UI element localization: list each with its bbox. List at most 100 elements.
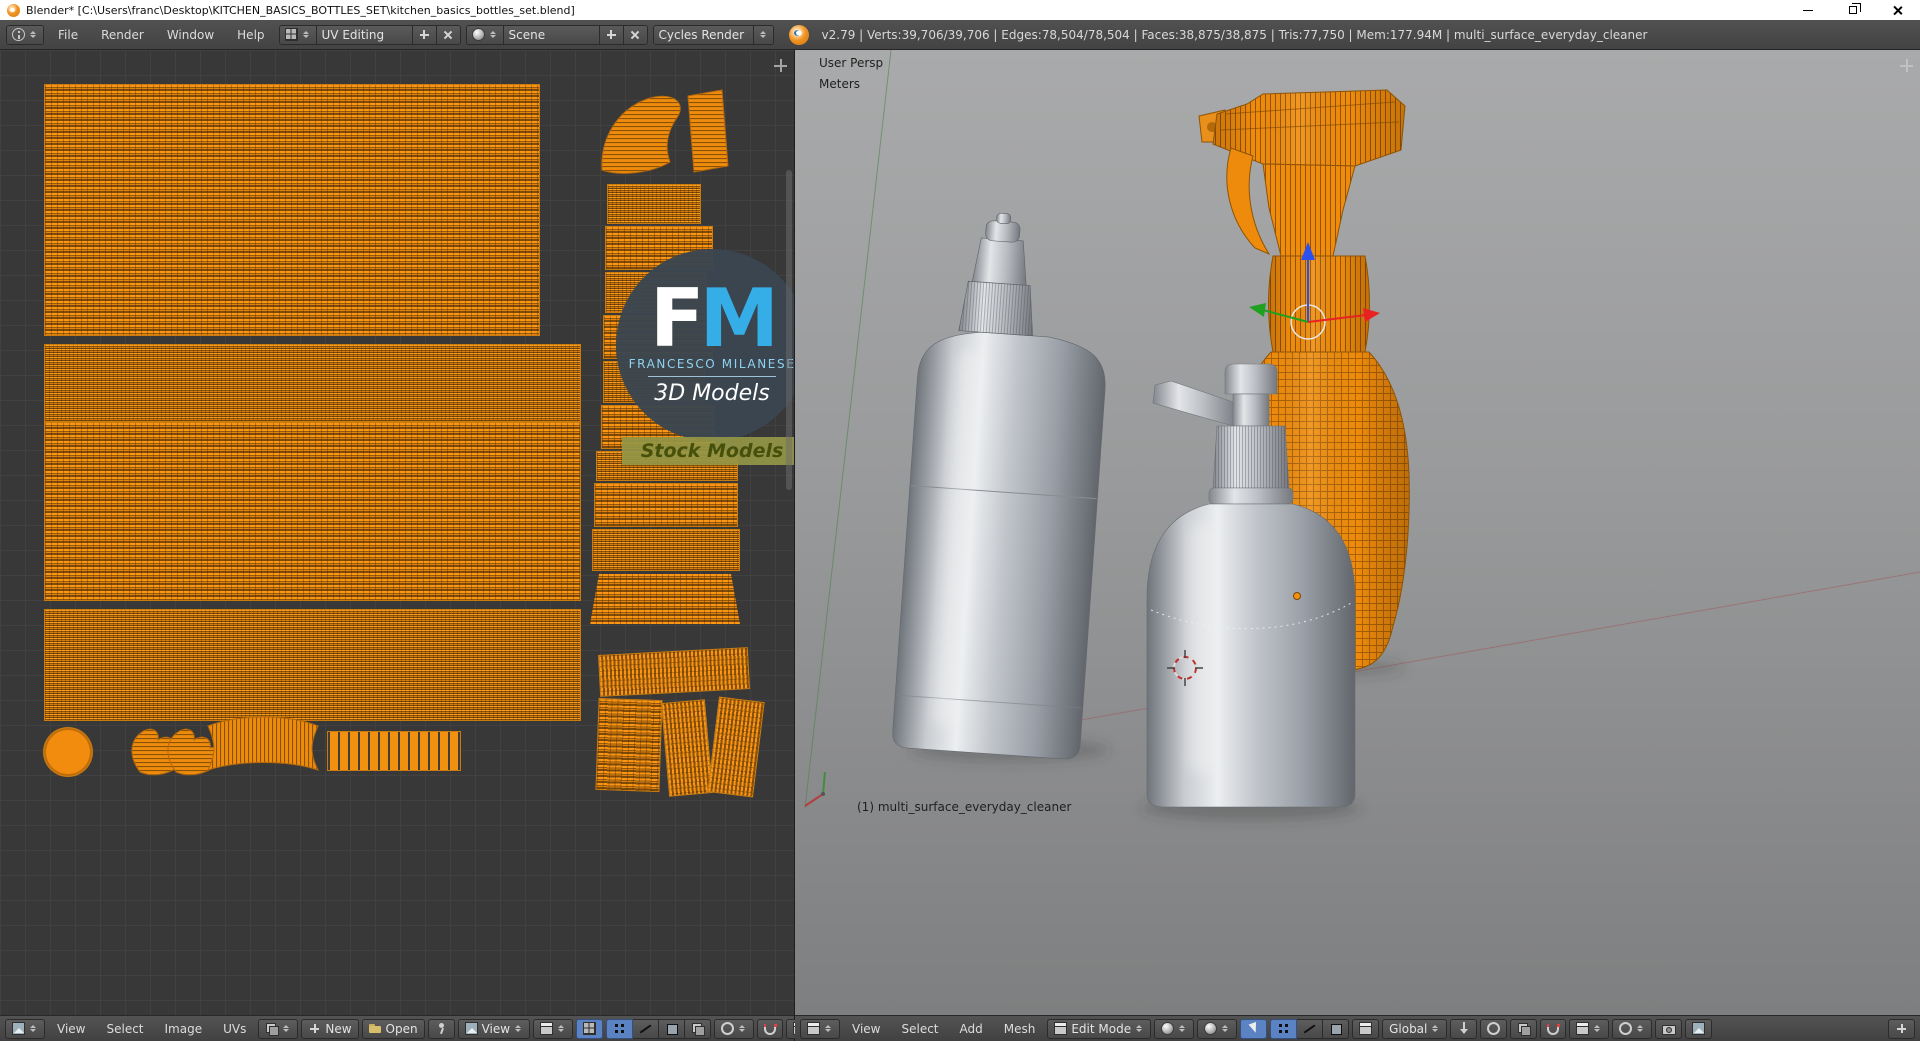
- chevron-updown-icon: [824, 1022, 833, 1035]
- edge-select-icon: [1303, 1022, 1316, 1035]
- vertex-select-button[interactable]: [1270, 1018, 1298, 1039]
- close-button[interactable]: [1875, 0, 1920, 20]
- uv-scrollbar-vertical[interactable]: [786, 170, 792, 490]
- menu-window[interactable]: Window: [158, 28, 223, 42]
- translate-manipulator-button[interactable]: [1450, 1018, 1478, 1039]
- snap-toggle-button[interactable]: [1540, 1018, 1567, 1039]
- open-image-button[interactable]: Open: [361, 1018, 425, 1039]
- v3d-menu-view[interactable]: View: [843, 1022, 889, 1036]
- scale-manipulator-button[interactable]: [1510, 1018, 1538, 1039]
- pivot-point-dropdown[interactable]: [1197, 1018, 1238, 1039]
- uv-island-banner[interactable]: [207, 716, 319, 771]
- chevron-updown-icon: [302, 28, 311, 41]
- scene-add-button[interactable]: [599, 25, 624, 44]
- v3d-menu-select[interactable]: Select: [892, 1022, 947, 1036]
- scene-browse-button[interactable]: [466, 25, 504, 44]
- y-axis-line: [804, 50, 892, 809]
- scene-name[interactable]: Scene: [503, 25, 600, 44]
- shading-sphere-icon: [1161, 1022, 1175, 1035]
- pivot-icon: [540, 1022, 554, 1035]
- uv-image-editor: FM FRANCESCO MILANESE 3D Models Stock Mo…: [0, 50, 890, 1041]
- uv-pivot-dropdown[interactable]: [533, 1018, 574, 1039]
- render-opengl-button[interactable]: [1655, 1018, 1683, 1039]
- chevron-updown-icon: [489, 28, 498, 41]
- transform-orientation-dropdown[interactable]: Global: [1382, 1018, 1448, 1039]
- uv-select-mode-group: [606, 1018, 712, 1039]
- edit-mode-icon: [1054, 1022, 1068, 1035]
- occlude-geometry-toggle[interactable]: [1352, 1018, 1380, 1039]
- editor-type-button[interactable]: [800, 1018, 840, 1039]
- v3d-menu-mesh[interactable]: Mesh: [995, 1022, 1045, 1036]
- cylinder-bottle-object[interactable]: [892, 208, 1117, 760]
- uv-select-edge-button[interactable]: [633, 1018, 660, 1039]
- viewport-shading-dropdown[interactable]: [1154, 1018, 1195, 1039]
- uv-select-island-button[interactable]: [685, 1018, 712, 1039]
- image-stack-icon: [265, 1022, 280, 1036]
- snap-toggle-button[interactable]: [757, 1018, 784, 1039]
- new-image-button[interactable]: New: [301, 1018, 359, 1039]
- menu-file[interactable]: File: [49, 28, 87, 42]
- uv-menu-uvs[interactable]: UVs: [214, 1022, 255, 1036]
- render-engine-dropdown[interactable]: Cycles Render: [652, 24, 774, 45]
- uv-island-axe[interactable]: [601, 95, 681, 174]
- proportional-editing-dropdown[interactable]: [1612, 1018, 1653, 1039]
- menu-render[interactable]: Render: [92, 28, 153, 42]
- uv-menu-image[interactable]: Image: [156, 1022, 212, 1036]
- sync-uv-icon: [583, 1022, 597, 1035]
- scene-selector: Scene: [465, 24, 648, 45]
- chevron-updown-icon: [759, 28, 768, 41]
- face-select-icon: [1329, 1022, 1342, 1035]
- region-split-button[interactable]: [1899, 58, 1914, 73]
- info-editor-icon: [12, 28, 25, 41]
- rotate-manipulator-button[interactable]: [1480, 1018, 1508, 1039]
- pin-image-button[interactable]: [427, 1018, 455, 1039]
- proportional-edit-dropdown[interactable]: [714, 1018, 755, 1039]
- minimize-button[interactable]: [1785, 0, 1830, 20]
- face-select-button[interactable]: [1323, 1018, 1350, 1039]
- sync-uv-selection-toggle[interactable]: [576, 1018, 604, 1039]
- chevron-updown-icon: [738, 1022, 747, 1035]
- pin-icon: [435, 1022, 448, 1035]
- render-opengl-anim-button[interactable]: [1685, 1018, 1713, 1039]
- chevron-updown-icon: [514, 1022, 523, 1035]
- chevron-updown-icon: [29, 1022, 38, 1035]
- plus-icon: [418, 28, 431, 41]
- menu-help[interactable]: Help: [228, 28, 273, 42]
- manipulator-toggle-button[interactable]: [1240, 1018, 1268, 1039]
- close-icon: [1892, 5, 1903, 16]
- edge-select-button[interactable]: [1297, 1018, 1324, 1039]
- region-split-button[interactable]: [773, 58, 788, 73]
- interaction-mode-dropdown[interactable]: Edit Mode: [1047, 1018, 1152, 1039]
- chevron-updown-icon: [557, 1022, 566, 1035]
- chevron-updown-icon: [282, 1022, 291, 1035]
- header-collapse-widget[interactable]: [1888, 1018, 1915, 1039]
- scene-delete-button[interactable]: [623, 25, 647, 44]
- screen-layout-add-button[interactable]: [412, 25, 437, 44]
- viewport-canvas[interactable]: User Persp Meters (1) multi_surface_ever…: [795, 50, 1920, 1015]
- v3d-menu-add[interactable]: Add: [951, 1022, 992, 1036]
- image-icon: [464, 1022, 478, 1035]
- image-browse-dropdown[interactable]: [258, 1018, 299, 1039]
- uv-select-face-button[interactable]: [659, 1018, 686, 1039]
- screen-layout-browse-button[interactable]: [279, 25, 317, 44]
- snap-element-dropdown[interactable]: [1569, 1018, 1610, 1039]
- minimize-icon: [1802, 9, 1813, 11]
- viewport-3d: User Persp Meters (1) multi_surface_ever…: [795, 50, 1920, 1041]
- object-origin-dot: [1293, 592, 1301, 600]
- blender-window: Blender* [C:\Users\franc\Desktop\KITCHEN…: [0, 0, 1920, 1041]
- uv-canvas[interactable]: FM FRANCESCO MILANESE 3D Models Stock Mo…: [0, 50, 794, 1015]
- uv-island-quad[interactable]: [687, 89, 729, 173]
- rotate-icon: [1487, 1022, 1501, 1035]
- uv-menu-view[interactable]: View: [48, 1022, 94, 1036]
- window-titlebar[interactable]: Blender* [C:\Users\franc\Desktop\KITCHEN…: [0, 0, 1920, 20]
- screen-layout-name[interactable]: UV Editing: [316, 25, 413, 44]
- watermark-divider: [648, 375, 776, 377]
- restore-button[interactable]: [1830, 0, 1875, 20]
- screen-layout-delete-button[interactable]: [436, 25, 460, 44]
- uv-organic-islands: [131, 89, 729, 776]
- image-mode-dropdown[interactable]: View: [457, 1018, 531, 1039]
- editor-type-button-info[interactable]: [6, 24, 44, 45]
- uv-select-vertex-button[interactable]: [606, 1018, 634, 1039]
- editor-type-button[interactable]: [5, 1018, 45, 1039]
- uv-menu-select[interactable]: Select: [97, 1022, 152, 1036]
